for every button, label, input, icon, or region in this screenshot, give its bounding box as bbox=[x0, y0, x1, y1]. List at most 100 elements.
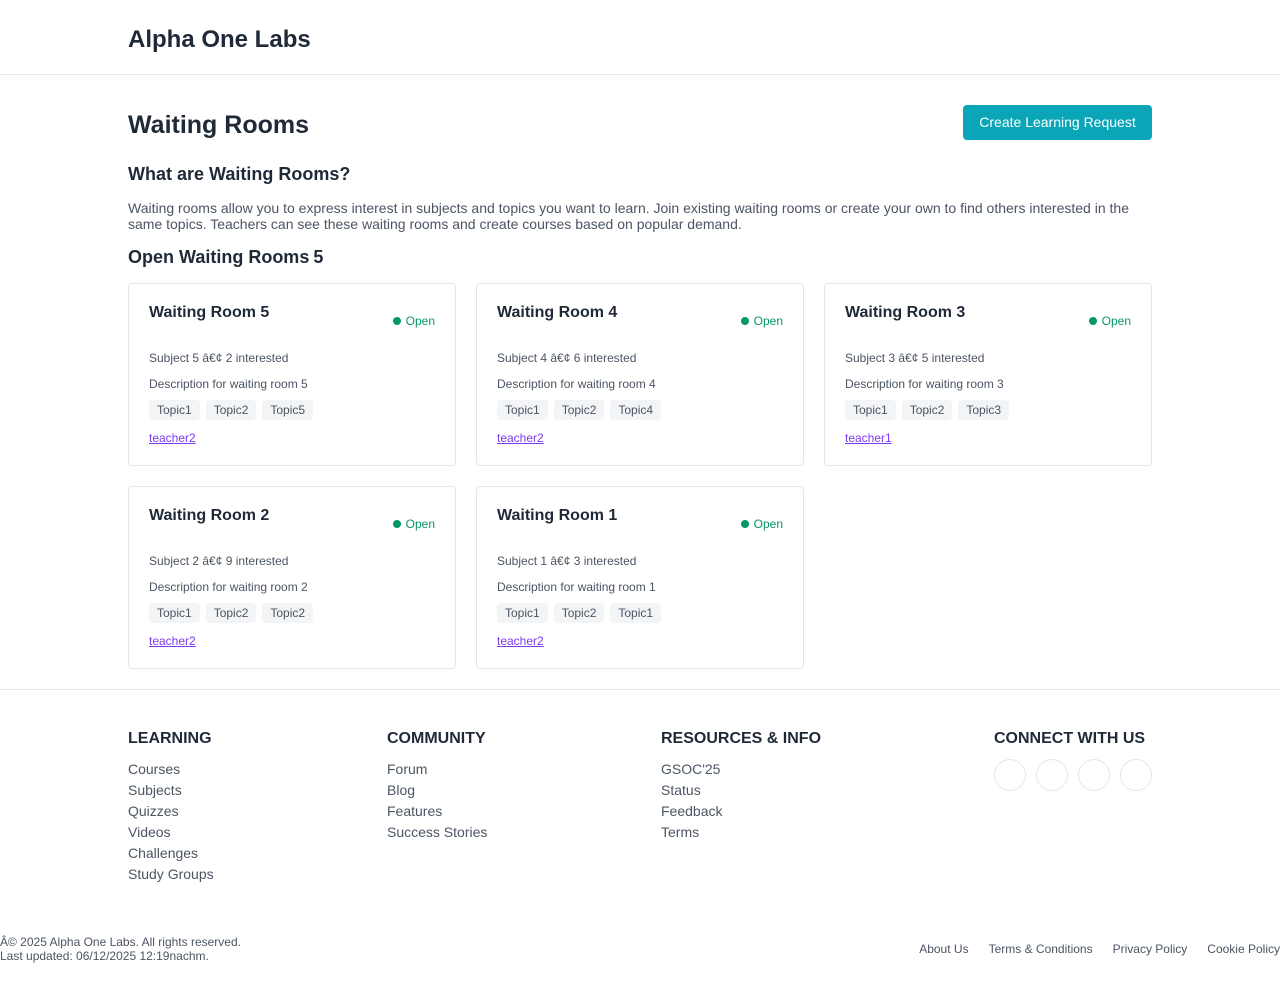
waiting-room-description: Description for waiting room 3 bbox=[845, 377, 1004, 391]
footer-link-study-groups[interactable]: Study Groups bbox=[128, 864, 214, 885]
create-learning-request-button[interactable]: Create Learning Request bbox=[963, 105, 1152, 140]
topic-tags: Topic1 Topic2 Topic4 bbox=[497, 400, 662, 420]
teacher-link[interactable]: teacher1 bbox=[845, 430, 892, 446]
site-header: Alpha One Labs bbox=[0, 0, 1280, 75]
footer-link-feedback[interactable]: Feedback bbox=[661, 801, 821, 822]
topic-tag: Topic2 bbox=[205, 603, 257, 623]
status-dot-icon bbox=[740, 520, 749, 528]
footer-learning-column: LEARNING Courses Subjects Quizzes Videos… bbox=[128, 730, 214, 885]
footer-connect-column: CONNECT WITH US bbox=[994, 730, 1152, 791]
status-label: Open bbox=[753, 517, 783, 531]
topic-tag: Topic2 bbox=[901, 400, 953, 420]
open-waiting-rooms-label: Open Waiting Rooms bbox=[128, 247, 310, 267]
social-icon[interactable] bbox=[994, 759, 1026, 791]
waiting-room-description: Description for waiting room 4 bbox=[497, 377, 656, 391]
open-waiting-rooms-count: 5 bbox=[313, 247, 324, 267]
waiting-room-meta: Subject 2 â€¢ 9 interested bbox=[149, 554, 289, 568]
social-icon[interactable] bbox=[1120, 759, 1152, 791]
topic-tag: Topic2 bbox=[262, 603, 314, 623]
footer-link-quizzes[interactable]: Quizzes bbox=[128, 801, 214, 822]
status-label: Open bbox=[405, 314, 435, 328]
waiting-room-title[interactable]: Waiting Room 1 bbox=[497, 506, 617, 526]
waiting-room-title[interactable]: Waiting Room 4 bbox=[497, 303, 617, 323]
footer-resources-column: RESOURCES & INFO GSOC'25 Status Feedback… bbox=[661, 730, 821, 843]
copyright-block: Â© 2025 Alpha One Labs. All rights reser… bbox=[0, 935, 241, 963]
status-badge: Open bbox=[392, 516, 435, 532]
topic-tags: Topic1 Topic2 Topic1 bbox=[497, 603, 662, 623]
open-waiting-rooms-heading: Open Waiting Rooms 5 bbox=[128, 247, 323, 267]
topic-tags: Topic1 Topic2 Topic3 bbox=[845, 400, 1010, 420]
privacy-policy-link[interactable]: Privacy Policy bbox=[1113, 942, 1188, 956]
social-links bbox=[994, 759, 1152, 791]
waiting-room-card[interactable]: Waiting Room 4 Open Subject 4 â€¢ 6 inte… bbox=[476, 283, 804, 466]
status-badge: Open bbox=[392, 313, 435, 329]
waiting-room-meta: Subject 4 â€¢ 6 interested bbox=[497, 351, 637, 365]
topic-tag: Topic2 bbox=[205, 400, 257, 420]
terms-conditions-link[interactable]: Terms & Conditions bbox=[989, 942, 1093, 956]
footer-link-features[interactable]: Features bbox=[387, 801, 487, 822]
footer-learning-heading: LEARNING bbox=[128, 730, 212, 747]
footer-link-courses[interactable]: Courses bbox=[128, 759, 214, 780]
topic-tag: Topic1 bbox=[845, 400, 896, 420]
teacher-link[interactable]: teacher2 bbox=[497, 633, 544, 649]
waiting-room-title[interactable]: Waiting Room 3 bbox=[845, 303, 965, 323]
topic-tag: Topic3 bbox=[958, 400, 1010, 420]
page-title: Waiting Rooms bbox=[128, 111, 310, 139]
footer-link-status[interactable]: Status bbox=[661, 780, 821, 801]
status-label: Open bbox=[405, 517, 435, 531]
footer-community-heading: COMMUNITY bbox=[387, 730, 486, 747]
topic-tag: Topic4 bbox=[610, 400, 662, 420]
last-updated-text: Last updated: 06/12/2025 12:19nachm. bbox=[0, 949, 209, 963]
waiting-room-meta: Subject 1 â€¢ 3 interested bbox=[497, 554, 637, 568]
footer-link-success-stories[interactable]: Success Stories bbox=[387, 822, 487, 843]
footer-community-column: COMMUNITY Forum Blog Features Success St… bbox=[387, 730, 487, 843]
teacher-link[interactable]: teacher2 bbox=[497, 430, 544, 446]
waiting-room-description: Description for waiting room 2 bbox=[149, 580, 308, 594]
waiting-room-description: Description for waiting room 5 bbox=[149, 377, 308, 391]
waiting-room-title[interactable]: Waiting Room 5 bbox=[149, 303, 269, 323]
social-icon[interactable] bbox=[1078, 759, 1110, 791]
footer-resources-heading: RESOURCES & INFO bbox=[661, 730, 822, 747]
topic-tag: Topic1 bbox=[497, 603, 548, 623]
teacher-link[interactable]: teacher2 bbox=[149, 430, 196, 446]
footer-divider bbox=[0, 689, 1280, 690]
topic-tag: Topic5 bbox=[262, 400, 314, 420]
footer-link-challenges[interactable]: Challenges bbox=[128, 843, 214, 864]
status-dot-icon bbox=[392, 317, 401, 325]
footer-link-subjects[interactable]: Subjects bbox=[128, 780, 214, 801]
topic-tag: Topic1 bbox=[610, 603, 662, 623]
social-icon[interactable] bbox=[1036, 759, 1068, 791]
status-dot-icon bbox=[392, 520, 401, 528]
waiting-room-meta: Subject 5 â€¢ 2 interested bbox=[149, 351, 289, 365]
copyright-text: Â© 2025 Alpha One Labs. All rights reser… bbox=[0, 935, 241, 949]
topic-tag: Topic2 bbox=[553, 603, 605, 623]
topic-tag: Topic1 bbox=[497, 400, 548, 420]
status-label: Open bbox=[753, 314, 783, 328]
topic-tag: Topic2 bbox=[553, 400, 605, 420]
waiting-room-card[interactable]: Waiting Room 3 Open Subject 3 â€¢ 5 inte… bbox=[824, 283, 1152, 466]
status-dot-icon bbox=[740, 317, 749, 325]
waiting-room-meta: Subject 3 â€¢ 5 interested bbox=[845, 351, 985, 365]
waiting-rooms-intro: Waiting rooms allow you to express inter… bbox=[128, 200, 1129, 232]
topic-tags: Topic1 Topic2 Topic2 bbox=[149, 603, 314, 623]
waiting-room-card[interactable]: Waiting Room 2 Open Subject 2 â€¢ 9 inte… bbox=[128, 486, 456, 669]
brand-logo[interactable]: Alpha One Labs bbox=[128, 26, 311, 54]
what-are-waiting-rooms-heading: What are Waiting Rooms? bbox=[128, 164, 351, 184]
footer-link-gsoc[interactable]: GSOC'25 bbox=[661, 759, 821, 780]
waiting-room-card[interactable]: Waiting Room 1 Open Subject 1 â€¢ 3 inte… bbox=[476, 486, 804, 669]
status-badge: Open bbox=[1088, 313, 1131, 329]
topic-tags: Topic1 Topic2 Topic5 bbox=[149, 400, 314, 420]
status-badge: Open bbox=[740, 313, 783, 329]
teacher-link[interactable]: teacher2 bbox=[149, 633, 196, 649]
status-dot-icon bbox=[1088, 317, 1097, 325]
footer-link-videos[interactable]: Videos bbox=[128, 822, 214, 843]
footer-link-terms[interactable]: Terms bbox=[661, 822, 821, 843]
footer-link-blog[interactable]: Blog bbox=[387, 780, 487, 801]
waiting-room-title[interactable]: Waiting Room 2 bbox=[149, 506, 269, 526]
footer-link-forum[interactable]: Forum bbox=[387, 759, 487, 780]
about-us-link[interactable]: About Us bbox=[919, 942, 968, 956]
topic-tag: Topic1 bbox=[149, 603, 200, 623]
legal-links: About Us Terms & Conditions Privacy Poli… bbox=[919, 942, 1280, 956]
waiting-room-card[interactable]: Waiting Room 5 Open Subject 5 â€¢ 2 inte… bbox=[128, 283, 456, 466]
cookie-policy-link[interactable]: Cookie Policy bbox=[1207, 942, 1280, 956]
